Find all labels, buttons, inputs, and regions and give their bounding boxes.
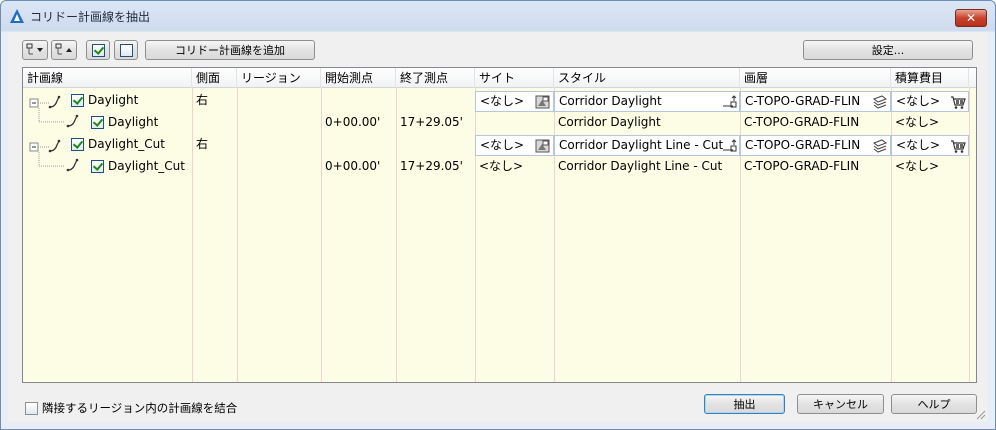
merge-adjacent-region-lines-label: 隣接するリージョン内の計画線を結合 bbox=[42, 401, 238, 415]
start-station-cell: 0+00.00' bbox=[325, 115, 381, 129]
feature-line-name: Daylight_Cut bbox=[108, 159, 185, 173]
col-header-site[interactable]: サイト bbox=[475, 68, 554, 88]
style-value: Corridor Daylight bbox=[559, 94, 662, 108]
pay-item-field[interactable]: <なし> bbox=[891, 135, 969, 156]
extract-corridor-feature-lines-dialog: コリドー計画線を抽出 ✕ コリドー計画線を追加 設定... 計画線 側面 リージ… bbox=[0, 0, 996, 430]
check-all-icon bbox=[91, 43, 105, 57]
feature-line-name-cell: Daylight_Cut bbox=[87, 156, 192, 177]
help-button[interactable]: ヘルプ bbox=[891, 394, 977, 414]
column-divider bbox=[969, 88, 970, 382]
style-value: Corridor Daylight Line - Cut bbox=[559, 138, 724, 152]
title-bar[interactable]: コリドー計画線を抽出 ✕ bbox=[1, 1, 995, 31]
add-corridor-feature-line-button[interactable]: コリドー計画線を追加 bbox=[145, 40, 315, 60]
civil3d-app-icon bbox=[10, 9, 24, 23]
feature-line-name-cell: Daylight bbox=[87, 112, 192, 133]
feature-line-name: Daylight bbox=[108, 115, 159, 129]
start-station-cell: 0+00.00' bbox=[325, 159, 381, 173]
side-cell: 右 bbox=[196, 137, 209, 151]
col-header-region[interactable]: リージョン bbox=[237, 68, 321, 88]
pay-item-cell: <なし> bbox=[895, 159, 940, 173]
site-value: <なし> bbox=[480, 94, 525, 108]
style-picker-icon[interactable] bbox=[721, 138, 737, 154]
column-divider bbox=[475, 88, 476, 382]
feature-line-grid[interactable]: 計画線 側面 リージョン 開始測点 終了測点 サイト スタイル 画層 積算費目 bbox=[22, 67, 977, 383]
merge-adjacent-region-lines-checkbox[interactable] bbox=[25, 401, 38, 415]
pay-item-value: <なし> bbox=[896, 138, 941, 152]
cancel-button[interactable]: キャンセル bbox=[797, 394, 884, 414]
col-header-pay-item[interactable]: 積算費目 bbox=[891, 68, 969, 88]
end-station-cell: 17+29.05' bbox=[400, 159, 463, 173]
layer-picker-icon[interactable] bbox=[872, 138, 888, 154]
tree-expand-icon bbox=[26, 43, 43, 55]
end-station-cell: 17+29.05' bbox=[400, 115, 463, 129]
column-divider bbox=[192, 88, 193, 382]
pay-item-cell: <なし> bbox=[895, 115, 940, 129]
expand-all-button[interactable] bbox=[22, 40, 48, 60]
site-field[interactable]: <なし> bbox=[475, 91, 554, 112]
site-picker-icon[interactable] bbox=[535, 138, 551, 154]
extract-button[interactable]: 抽出 bbox=[704, 394, 785, 414]
column-divider bbox=[237, 88, 238, 382]
site-picker-icon[interactable] bbox=[535, 94, 551, 110]
style-field[interactable]: Corridor Daylight Line - Cut bbox=[554, 135, 740, 156]
style-field[interactable]: Corridor Daylight bbox=[554, 91, 740, 112]
site-field[interactable]: <なし> bbox=[475, 135, 554, 156]
col-header-side[interactable]: 側面 bbox=[192, 68, 237, 88]
row-include-checkbox[interactable] bbox=[71, 138, 84, 151]
close-button[interactable]: ✕ bbox=[955, 9, 987, 27]
style-cell: Corridor Daylight bbox=[558, 115, 661, 129]
col-header-style[interactable]: スタイル bbox=[554, 68, 740, 88]
site-value: <なし> bbox=[480, 138, 525, 152]
layer-picker-icon[interactable] bbox=[872, 94, 888, 110]
layer-field[interactable]: C-TOPO-GRAD-FLIN bbox=[740, 135, 891, 156]
pay-item-picker-icon[interactable] bbox=[950, 138, 966, 154]
tree-branch-line-icon bbox=[38, 108, 79, 128]
site-cell: <なし> bbox=[479, 159, 524, 173]
grid-header: 計画線 側面 リージョン 開始測点 終了測点 サイト スタイル 画層 積算費目 bbox=[23, 68, 976, 88]
tree-collapse-icon bbox=[55, 43, 72, 55]
resize-grip-icon[interactable] bbox=[974, 408, 986, 420]
layer-value: C-TOPO-GRAD-FLIN bbox=[745, 94, 861, 108]
row-include-checkbox[interactable] bbox=[91, 160, 104, 173]
col-header-layer[interactable]: 画層 bbox=[740, 68, 891, 88]
window-title: コリドー計画線を抽出 bbox=[30, 9, 151, 24]
style-picker-icon[interactable] bbox=[721, 94, 737, 110]
uncheck-all-icon bbox=[119, 43, 133, 57]
col-header-end-station[interactable]: 終了測点 bbox=[396, 68, 475, 88]
row-include-checkbox[interactable] bbox=[71, 94, 84, 107]
layer-cell: C-TOPO-GRAD-FLIN bbox=[744, 115, 860, 129]
layer-value: C-TOPO-GRAD-FLIN bbox=[745, 138, 861, 152]
layer-cell: C-TOPO-GRAD-FLIN bbox=[744, 159, 860, 173]
check-all-button[interactable] bbox=[86, 40, 110, 60]
uncheck-all-button[interactable] bbox=[114, 40, 138, 60]
feature-line-name: Daylight_Cut bbox=[88, 137, 165, 151]
dialog-client: コリドー計画線を追加 設定... 計画線 側面 リージョン 開始測点 終了測点 … bbox=[8, 32, 988, 422]
style-cell: Corridor Daylight Line - Cut bbox=[558, 159, 723, 173]
col-header-feature-line[interactable]: 計画線 bbox=[23, 68, 192, 88]
feature-line-name: Daylight bbox=[88, 93, 139, 107]
row-include-checkbox[interactable] bbox=[91, 116, 104, 129]
side-cell: 右 bbox=[196, 93, 209, 107]
collapse-all-button[interactable] bbox=[51, 40, 77, 60]
layer-field[interactable]: C-TOPO-GRAD-FLIN bbox=[740, 91, 891, 112]
pay-item-picker-icon[interactable] bbox=[950, 94, 966, 110]
merge-adjacent-region-lines-option[interactable]: 隣接するリージョン内の計画線を結合 bbox=[25, 400, 237, 416]
tree-branch-line-icon bbox=[38, 152, 79, 172]
settings-button[interactable]: 設定... bbox=[803, 40, 973, 60]
col-header-start-station[interactable]: 開始測点 bbox=[321, 68, 396, 88]
pay-item-value: <なし> bbox=[896, 94, 941, 108]
close-icon: ✕ bbox=[965, 11, 977, 25]
pay-item-field[interactable]: <なし> bbox=[891, 91, 969, 112]
